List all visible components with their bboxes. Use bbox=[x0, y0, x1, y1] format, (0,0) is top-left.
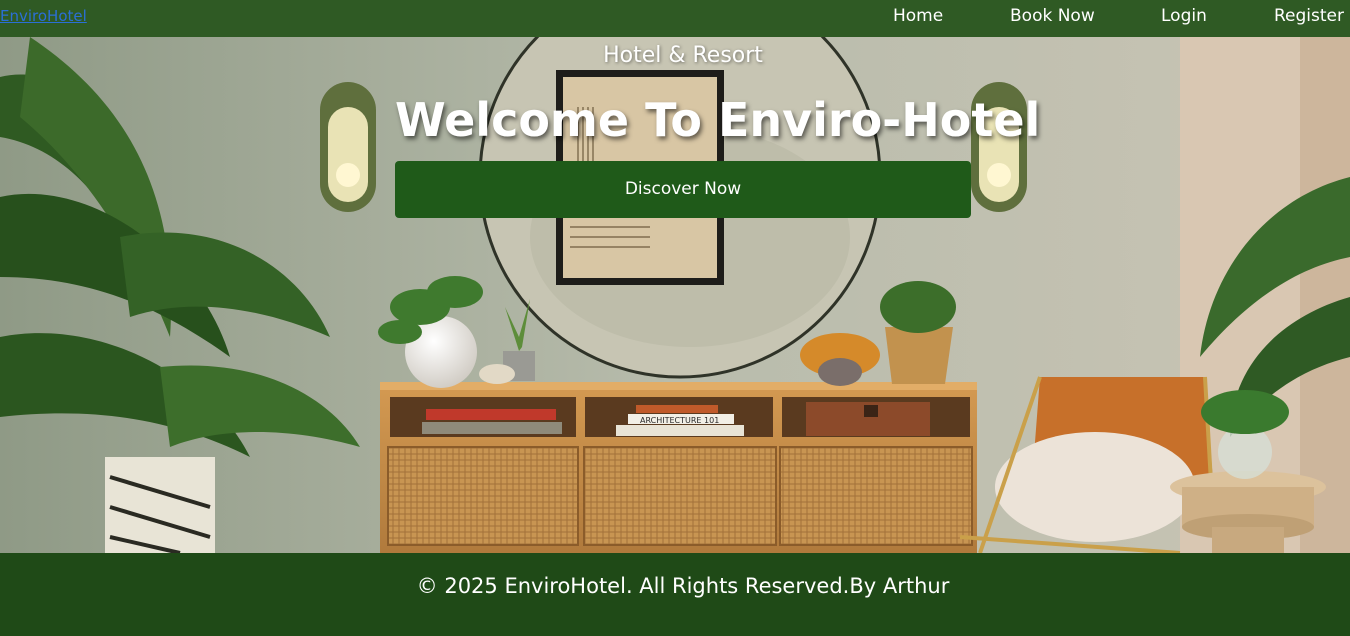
brand-link[interactable]: EnviroHotel bbox=[0, 7, 87, 25]
top-navbar: EnviroHotel Home Book Now Login Register bbox=[0, 0, 1350, 37]
hero-section: ARCHITECTURE 101 Hotel & Resort Welcome … bbox=[0, 37, 1350, 553]
nav-home-link[interactable]: Home bbox=[893, 6, 943, 26]
book-spine-text: ARCHITECTURE 101 bbox=[640, 416, 719, 425]
nav-login-link[interactable]: Login bbox=[1161, 6, 1207, 26]
footer-copyright: © 2025 EnviroHotel. All Rights Reserved.… bbox=[416, 574, 950, 598]
discover-now-button[interactable]: Discover Now bbox=[395, 161, 971, 218]
nav-register-link[interactable]: Register bbox=[1274, 6, 1344, 26]
nav-book-now-link[interactable]: Book Now bbox=[1010, 6, 1095, 26]
hero-subtitle: Hotel & Resort bbox=[603, 43, 763, 68]
page-footer: © 2025 EnviroHotel. All Rights Reserved.… bbox=[0, 553, 1350, 636]
hero-title: Welcome To Enviro-Hotel bbox=[395, 93, 1041, 147]
